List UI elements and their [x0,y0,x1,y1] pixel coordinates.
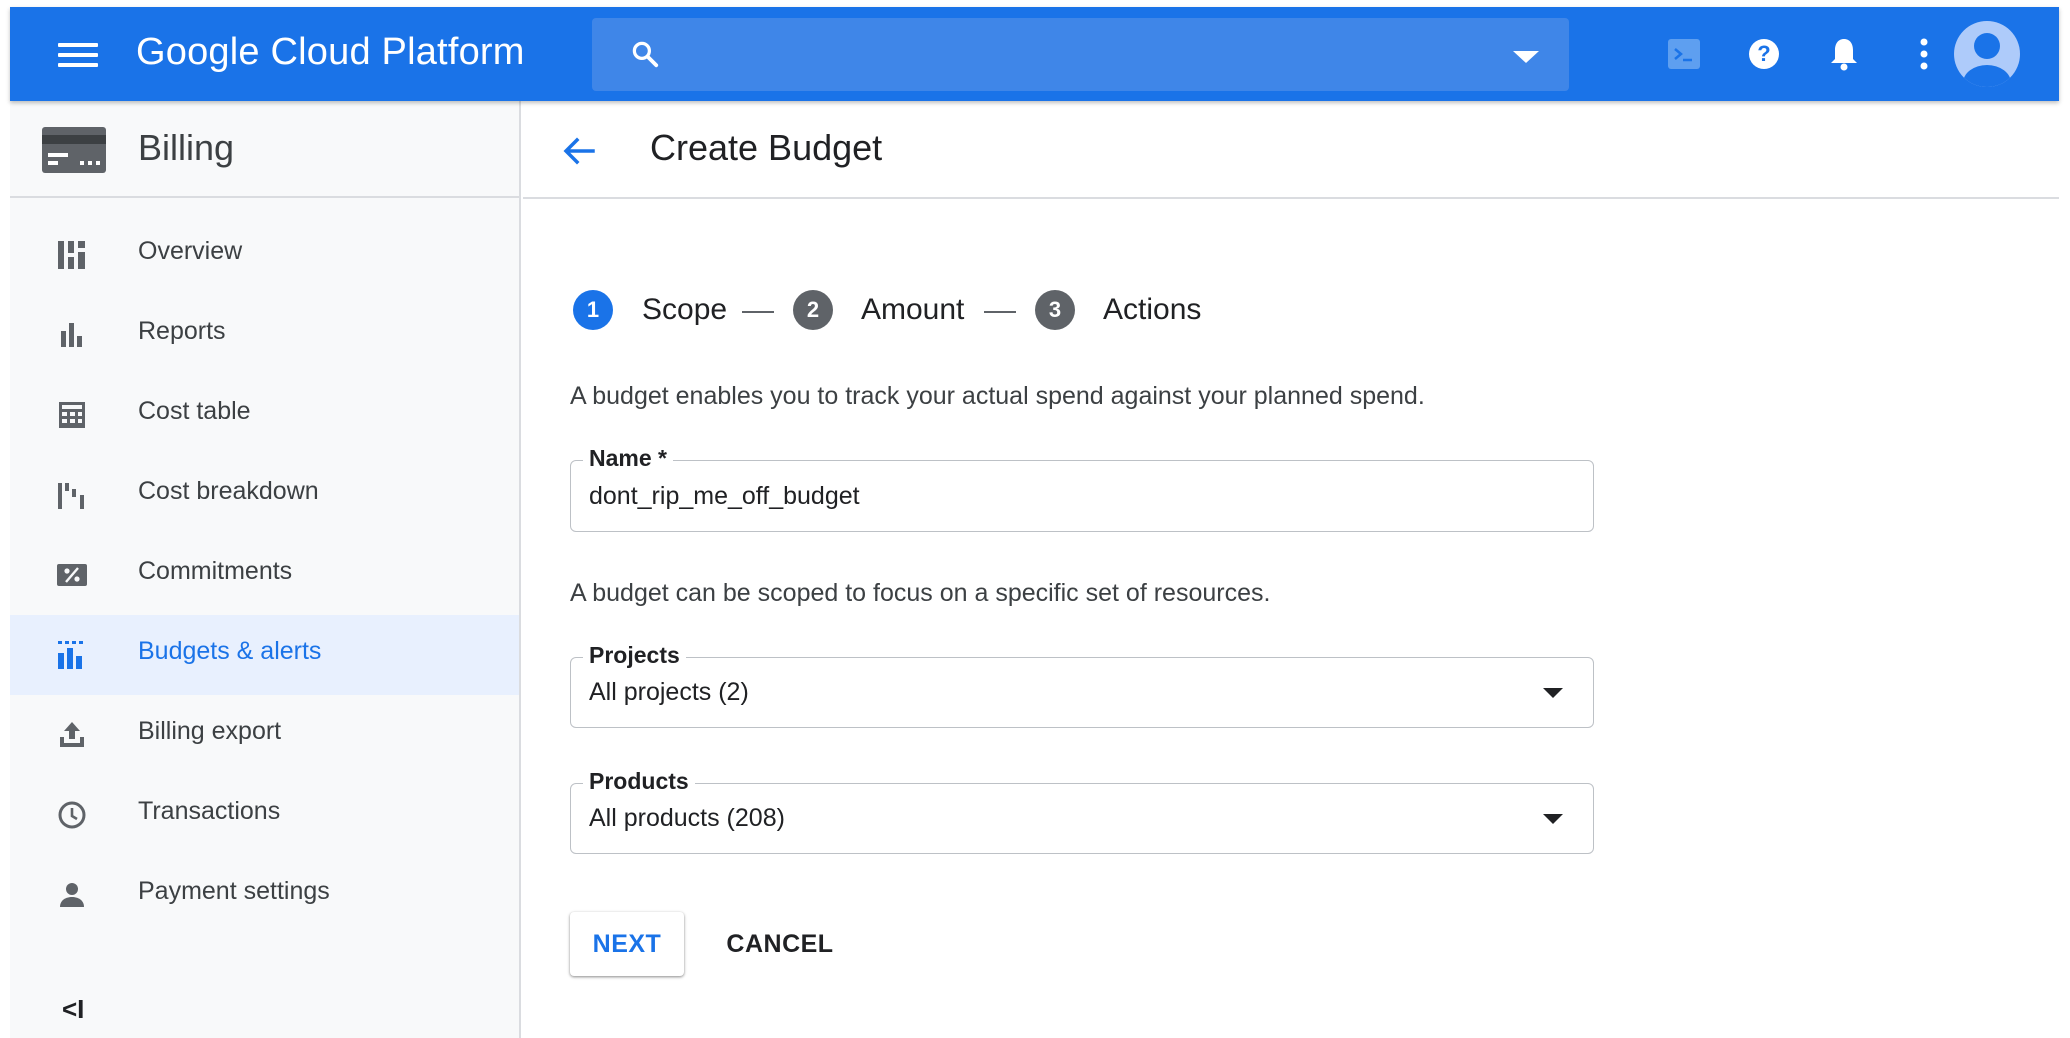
svg-text:?: ? [1757,41,1770,66]
step-number: 2 [793,290,833,330]
step-number: 3 [1035,290,1075,330]
sidebar-item-label: Billing export [138,717,282,745]
page-header: Create Budget [523,101,2059,199]
upload-icon [60,722,84,747]
sidebar-item-reports[interactable]: Reports [10,295,519,375]
sidebar-item-cost-breakdown[interactable]: Cost breakdown [10,455,519,535]
cloud-shell-icon[interactable] [1664,34,1704,74]
products-value: All products (208) [589,804,785,832]
person-icon [60,883,84,907]
page-title: Create Budget [650,127,883,168]
step-amount[interactable]: Amount [861,293,964,327]
sidebar-item-label: Transactions [138,797,281,825]
search-bar[interactable] [592,18,1569,91]
field-label: Name * [583,445,673,472]
products-select[interactable]: Products All products (208) [570,768,1594,854]
step-number: 1 [573,290,613,330]
step-separator [984,311,1016,313]
sidebar-item-label: Cost table [138,397,251,425]
sidebar-item-label: Cost breakdown [138,477,319,505]
sidebar-item-label: Budgets & alerts [138,637,322,665]
dropdown-caret-icon[interactable] [1543,688,1563,698]
sidebar-item-payment-settings[interactable]: Payment settings [10,855,519,935]
sidebar-item-label: Overview [138,237,243,265]
menu-icon[interactable] [54,37,102,73]
budget-name-input[interactable]: dont_rip_me_off_budget [589,482,1549,511]
product-brand[interactable]: Google Cloud Platform [136,31,525,74]
projects-value: All projects (2) [589,678,749,706]
search-icon [632,41,659,68]
sidebar-header: Billing [10,101,519,198]
clock-icon [58,801,86,829]
projects-select[interactable]: Projects All projects (2) [570,642,1594,728]
scope-text: A budget can be scoped to focus on a spe… [570,579,1271,607]
collapse-sidebar-button[interactable]: <I [62,994,84,1025]
help-icon[interactable]: ? [1744,34,1784,74]
cancel-button[interactable]: CANCEL [718,912,842,976]
sidebar-item-commitments[interactable]: Commitments [10,535,519,615]
step-separator [742,311,774,313]
sidebar-item-label: Commitments [138,557,293,585]
dropdown-caret-icon[interactable] [1543,814,1563,824]
sidebar-item-label: Payment settings [138,877,330,905]
sidebar-item-label: Reports [138,317,226,345]
sidebar-item-transactions[interactable]: Transactions [10,775,519,855]
budget-name-field[interactable]: Name * dont_rip_me_off_budget [570,445,1594,532]
account-avatar-icon[interactable] [1954,21,2020,87]
percent-icon [57,564,87,586]
sidebar-item-billing-export[interactable]: Billing export [10,695,519,775]
back-arrow-icon[interactable] [559,131,599,171]
step-actions[interactable]: Actions [1103,293,1201,327]
field-label: Projects [583,642,686,669]
field-label: Products [583,768,695,795]
intro-text: A budget enables you to track your actua… [570,382,1425,410]
table-icon [59,402,85,428]
sidebar-item-cost-table[interactable]: Cost table [10,375,519,455]
sidebar-item-budgets-alerts[interactable]: Budgets & alerts [10,615,519,695]
budget-icon [58,641,83,669]
sidebar: Billing Overview Reports Cost table Cost… [10,101,521,1038]
next-button[interactable]: NEXT [570,912,684,976]
step-scope[interactable]: Scope [642,293,727,327]
billing-card-icon [42,127,106,173]
waterfall-icon [58,483,84,509]
sidebar-title: Billing [138,127,235,168]
sidebar-item-overview[interactable]: Overview [10,215,519,295]
top-app-bar: Google Cloud Platform ? [10,7,2059,101]
bar-chart-icon [61,323,82,347]
dropdown-caret-icon[interactable] [1513,51,1539,63]
more-vert-icon[interactable] [1904,34,1944,74]
notifications-icon[interactable] [1824,34,1864,74]
dashboard-icon [58,241,85,269]
